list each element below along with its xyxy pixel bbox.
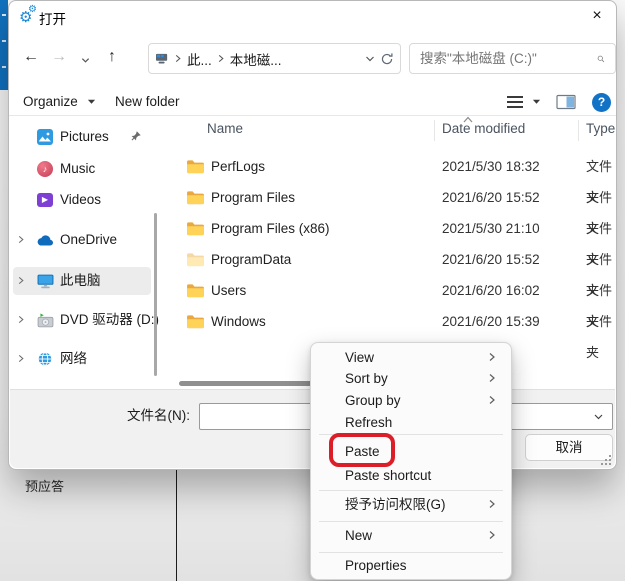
breadcrumb-local-disk[interactable]: 本地磁... bbox=[230, 49, 282, 69]
search-box bbox=[409, 43, 616, 74]
navigation-bar: ← → ↑ 此... 本地磁... bbox=[9, 35, 616, 81]
videos-icon: ▶ bbox=[36, 191, 54, 209]
list-view-icon bbox=[507, 96, 523, 108]
file-row-program-files-x86[interactable]: Program Files (x86) 2021/5/30 21:10 文件夹 bbox=[169, 213, 616, 244]
background-divider-line bbox=[176, 470, 177, 581]
chevron-right-icon bbox=[17, 235, 25, 244]
title-bar: ⚙⚙ 打开 × bbox=[9, 1, 616, 31]
filename-label: 文件名(N): bbox=[70, 404, 190, 424]
resize-grip-icon[interactable] bbox=[598, 452, 611, 465]
chevron-right-icon bbox=[488, 499, 496, 509]
chevron-down-icon bbox=[532, 98, 541, 106]
search-icon bbox=[597, 52, 605, 66]
paste-highlight-annotation bbox=[329, 433, 395, 467]
sidebar-item-videos[interactable]: ▶ Videos bbox=[9, 186, 161, 214]
onedrive-icon bbox=[36, 231, 54, 249]
menu-separator bbox=[319, 490, 503, 491]
folder-icon bbox=[186, 283, 205, 298]
command-bar: Organize New folder ? bbox=[9, 87, 616, 116]
column-divider[interactable] bbox=[434, 120, 435, 141]
network-icon bbox=[36, 350, 54, 368]
chevron-right-icon bbox=[174, 54, 182, 63]
folder-icon bbox=[186, 190, 205, 205]
sidebar-item-onedrive[interactable]: OneDrive bbox=[9, 226, 161, 254]
chevron-right-icon bbox=[17, 354, 25, 363]
chevron-right-icon bbox=[217, 54, 225, 63]
organize-button[interactable]: Organize bbox=[23, 91, 96, 113]
folder-icon-hidden bbox=[186, 252, 205, 267]
preview-pane-button[interactable] bbox=[556, 91, 576, 113]
menu-item-sort-by[interactable]: Sort by bbox=[316, 367, 506, 390]
background-caption: 预应答 bbox=[25, 476, 64, 495]
sidebar-item-network[interactable]: 网络 bbox=[9, 345, 161, 373]
help-button[interactable]: ? bbox=[592, 91, 611, 113]
file-row-perflogs[interactable]: PerfLogs 2021/5/30 18:32 文件夹 bbox=[169, 151, 616, 182]
menu-separator bbox=[319, 521, 503, 522]
file-row-program-files[interactable]: Program Files 2021/6/20 15:52 文件夹 bbox=[169, 182, 616, 213]
file-row-windows[interactable]: Windows 2021/6/20 15:39 文件夹 bbox=[169, 306, 616, 337]
close-button[interactable]: × bbox=[584, 4, 610, 28]
column-divider[interactable] bbox=[578, 120, 579, 141]
sidebar-scrollbar[interactable] bbox=[154, 213, 157, 376]
new-folder-button[interactable]: New folder bbox=[115, 91, 180, 113]
menu-separator bbox=[319, 552, 503, 553]
forward-button[interactable]: → bbox=[51, 46, 67, 68]
column-header-name[interactable]: Name bbox=[207, 121, 243, 136]
chevron-right-icon bbox=[488, 530, 496, 540]
recent-locations-button[interactable] bbox=[81, 49, 90, 71]
column-header-type[interactable]: Type bbox=[586, 121, 615, 136]
menu-item-refresh[interactable]: Refresh bbox=[316, 411, 506, 434]
address-bar[interactable]: 此... 本地磁... bbox=[148, 43, 401, 74]
screen: 预应答 ⚙⚙ 打开 × ← → ↑ bbox=[0, 0, 625, 581]
chevron-right-icon bbox=[488, 352, 496, 362]
menu-item-paste-shortcut[interactable]: Paste shortcut bbox=[316, 464, 506, 487]
folder-icon bbox=[186, 314, 205, 329]
this-pc-small-icon bbox=[155, 53, 169, 65]
gears-icon: ⚙⚙ bbox=[19, 6, 41, 26]
chevron-down-icon bbox=[81, 56, 90, 65]
sidebar-item-this-pc[interactable]: 此电脑 bbox=[13, 267, 151, 295]
up-button[interactable]: ↑ bbox=[108, 46, 116, 68]
file-row-users[interactable]: Users 2021/6/20 16:02 文件夹 bbox=[169, 275, 616, 306]
context-menu: View Sort by Group by Refresh Paste Past… bbox=[310, 342, 512, 580]
chevron-right-icon bbox=[488, 373, 496, 383]
menu-item-group-by[interactable]: Group by bbox=[316, 389, 506, 412]
menu-item-new[interactable]: New bbox=[316, 524, 506, 547]
dvd-drive-icon bbox=[36, 311, 54, 329]
sidebar-item-pictures[interactable]: Pictures bbox=[9, 123, 161, 151]
chevron-right-icon bbox=[17, 315, 25, 324]
chevron-down-icon[interactable] bbox=[593, 412, 604, 422]
music-icon: ♪ bbox=[36, 160, 54, 178]
preview-pane-icon bbox=[556, 94, 576, 110]
file-row-programdata[interactable]: ProgramData 2021/6/20 15:52 文件夹 bbox=[169, 244, 616, 275]
sidebar-item-dvd-drive[interactable]: DVD 驱动器 (D:) bbox=[9, 306, 161, 334]
pin-icon bbox=[129, 130, 142, 143]
folder-icon bbox=[186, 221, 205, 236]
address-dropdown-chevron-icon[interactable] bbox=[365, 54, 375, 64]
list-header: Name Date modified Type bbox=[169, 117, 616, 143]
pictures-icon bbox=[36, 128, 54, 146]
background-blue-strip bbox=[0, 0, 8, 90]
window-title: 打开 bbox=[39, 8, 66, 28]
menu-item-give-access[interactable]: 授予访问权限(G) bbox=[316, 493, 506, 516]
chevron-down-icon bbox=[87, 98, 96, 106]
refresh-icon[interactable] bbox=[380, 52, 394, 66]
chevron-right-icon bbox=[488, 395, 496, 405]
help-icon: ? bbox=[592, 93, 611, 112]
search-input[interactable] bbox=[420, 51, 597, 66]
folder-icon bbox=[186, 159, 205, 174]
column-header-date-modified[interactable]: Date modified bbox=[442, 121, 525, 136]
sidebar-item-music[interactable]: ♪ Music bbox=[9, 155, 161, 183]
chevron-right-icon bbox=[17, 276, 25, 285]
this-pc-icon bbox=[36, 272, 54, 290]
breadcrumb-this-pc[interactable]: 此... bbox=[187, 49, 212, 69]
menu-item-view[interactable]: View bbox=[316, 346, 506, 369]
menu-item-properties[interactable]: Properties bbox=[316, 554, 506, 577]
back-button[interactable]: ← bbox=[23, 46, 39, 68]
view-mode-button[interactable] bbox=[507, 91, 541, 113]
